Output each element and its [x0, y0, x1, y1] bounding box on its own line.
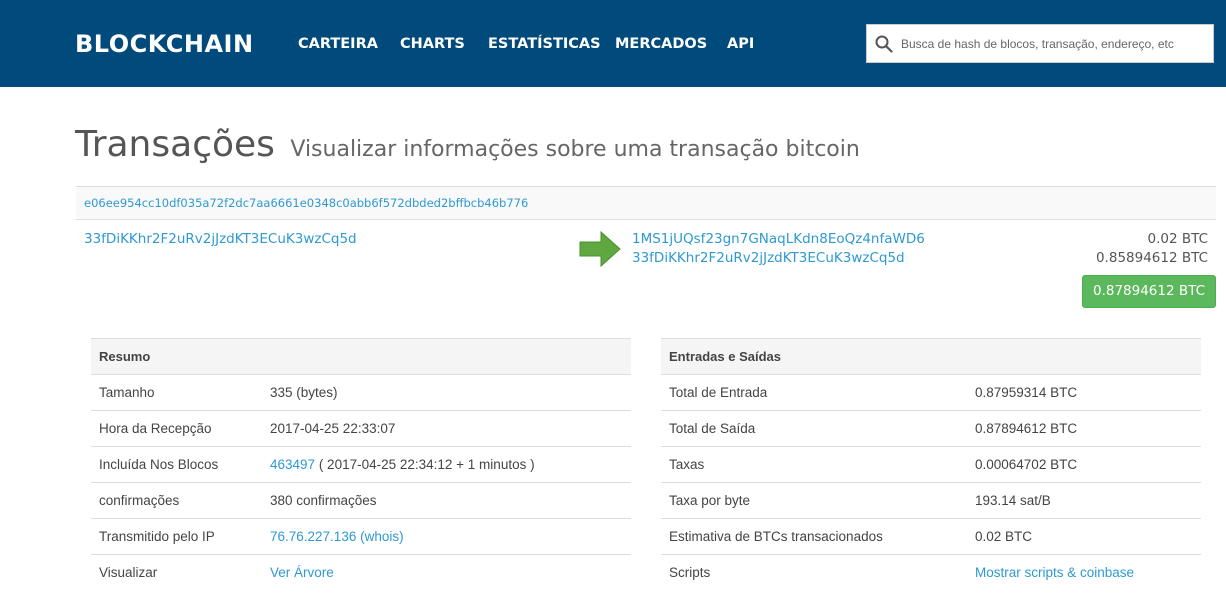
relayed-ip-link[interactable]: 76.76.227.136 (whois) [270, 529, 404, 544]
table-row: confirmações 380 confirmações [91, 482, 631, 518]
table-row: Total de Saída 0.87894612 BTC [661, 410, 1201, 446]
total-amount-button[interactable]: 0.87894612 BTC [1082, 275, 1216, 308]
table-row: Estimativa de BTCs transacionados 0.02 B… [661, 518, 1201, 554]
nav-item-mercados[interactable]: MERCADOS [615, 36, 707, 52]
row-label: Visualizar [99, 565, 158, 580]
search-icon [875, 35, 893, 53]
row-label: Total de Saída [669, 421, 756, 436]
transaction-hash-row: e06ee954cc10df035a72f2dc7aa6661e0348c0ab… [76, 186, 1216, 220]
row-label: confirmações [99, 493, 180, 508]
row-label: Taxa por byte [669, 493, 751, 508]
summary-heading: Resumo [99, 349, 151, 364]
top-navbar: BLOCKCHAIN CARTEIRA CHARTS ESTATÍSTICAS … [0, 0, 1226, 87]
table-row: Visualizar Ver Árvore [91, 554, 631, 590]
transaction-hash-link[interactable]: e06ee954cc10df035a72f2dc7aa6661e0348c0ab… [84, 196, 528, 210]
nav-item-carteira[interactable]: CARTEIRA [298, 36, 378, 52]
row-value: 380 confirmações [270, 493, 377, 508]
search-input[interactable] [901, 25, 1207, 62]
table-row: Taxas 0.00064702 BTC [661, 446, 1201, 482]
table-row: Tamanho 335 (bytes) [91, 374, 631, 410]
row-value: 335 (bytes) [270, 385, 338, 400]
block-height-link[interactable]: 463497 [270, 457, 315, 472]
row-label: Incluída Nos Blocos [99, 457, 219, 472]
page-subtitle: Visualizar informações sobre uma transaç… [290, 137, 860, 162]
row-label: Tamanho [99, 385, 155, 400]
table-row: Total de Entrada 0.87959314 BTC [661, 374, 1201, 410]
table-row: Scripts Mostrar scripts & coinbase [661, 554, 1201, 590]
row-label: Total de Entrada [669, 385, 768, 400]
row-value: 463497 ( 2017-04-25 22:34:12 + 1 minutos… [270, 457, 535, 472]
output-amount: 0.85894612 BTC [1095, 250, 1208, 266]
row-label: Taxas [669, 457, 705, 472]
nav-item-charts[interactable]: CHARTS [400, 36, 465, 52]
block-time: ( 2017-04-25 22:34:12 + 1 minutos ) [315, 457, 535, 472]
arrow-right-icon [579, 231, 621, 267]
row-label: Scripts [669, 565, 711, 580]
logo[interactable]: BLOCKCHAIN [75, 30, 254, 58]
row-value: 0.02 BTC [975, 529, 1033, 544]
search-box [866, 24, 1214, 63]
table-row: Hora da Recepção 2017-04-25 22:33:07 [91, 410, 631, 446]
row-label: Transmitido pelo IP [99, 529, 215, 544]
view-tree-link[interactable]: Ver Árvore [270, 565, 334, 580]
row-value: 2017-04-25 22:33:07 [270, 421, 396, 436]
nav-item-api[interactable]: API [727, 36, 754, 52]
output-amount: 0.02 BTC [1147, 231, 1209, 247]
row-value: 0.87894612 BTC [975, 421, 1078, 436]
table-row: Taxa por byte 193.14 sat/B [661, 482, 1201, 518]
input-address-link[interactable]: 33fDiKKhr2F2uRv2jJzdKT3ECuK3wzCq5d [84, 231, 357, 247]
row-value: 193.14 sat/B [975, 493, 1051, 508]
output-address-link[interactable]: 33fDiKKhr2F2uRv2jJzdKT3ECuK3wzCq5d [632, 250, 905, 266]
table-header-row: Entradas e Saídas [661, 338, 1201, 374]
row-label: Estimativa de BTCs transacionados [669, 529, 883, 544]
table-header-row: Resumo [91, 338, 631, 374]
row-value: 0.87959314 BTC [975, 385, 1078, 400]
page-title: Transações Visualizar informações sobre … [75, 124, 860, 165]
io-heading: Entradas e Saídas [669, 349, 781, 364]
output-address-link[interactable]: 1MS1jUQsf23gn7GNaqLKdn8EoQz4nfaWD6 [632, 231, 925, 247]
row-label: Hora da Recepção [99, 421, 212, 436]
table-row: Transmitido pelo IP 76.76.227.136 (whois… [91, 518, 631, 554]
row-value: 0.00064702 BTC [975, 457, 1078, 472]
nav-item-estatisticas[interactable]: ESTATÍSTICAS [488, 36, 601, 52]
page-title-text: Transações [75, 124, 275, 165]
show-scripts-link[interactable]: Mostrar scripts & coinbase [975, 565, 1134, 580]
table-row: Incluída Nos Blocos 463497 ( 2017-04-25 … [91, 446, 631, 482]
